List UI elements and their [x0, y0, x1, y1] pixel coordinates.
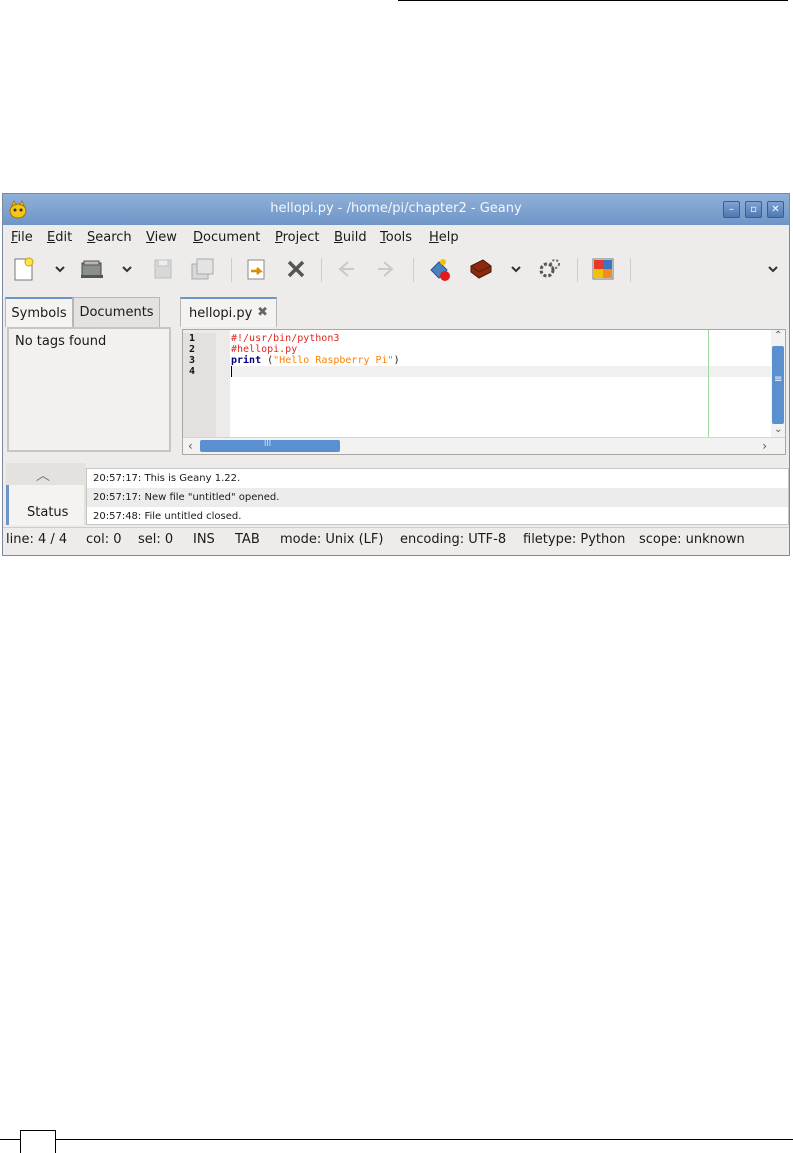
code-line-1: #!/usr/bin/python3: [231, 333, 340, 344]
long-line-marker: [708, 330, 709, 439]
line-number: 3: [189, 355, 196, 366]
toolbar-overflow-chevron-icon[interactable]: [767, 263, 779, 275]
no-tags-label: No tags found: [15, 334, 107, 349]
vertical-scroll-thumb[interactable]: [772, 346, 784, 424]
tab-symbols[interactable]: Symbols: [5, 297, 73, 327]
status-message-list: 20:57:17: This is Geany 1.22. 20:57:17: …: [86, 468, 789, 525]
toolbar-separator: [577, 258, 578, 282]
status-sel: sel: 0: [138, 532, 174, 547]
title-bar[interactable]: hellopi.py - /home/pi/chapter2 - Geany –…: [3, 194, 789, 225]
status-tab-label: Status: [27, 505, 69, 520]
color-chooser-icon[interactable]: [589, 256, 617, 282]
menu-bar: File Edit Search View Document Project B…: [3, 225, 789, 249]
list-item: 20:57:17: This is Geany 1.22.: [93, 473, 241, 484]
menu-file[interactable]: File: [11, 230, 33, 245]
toolbar-separator: [231, 258, 232, 282]
scroll-grip-icon: ≡: [774, 374, 783, 385]
message-tabs: ︿ Status: [6, 463, 86, 525]
close-icon[interactable]: [282, 256, 310, 282]
code-paren-close: ): [393, 355, 400, 366]
collapse-up-icon[interactable]: ︿: [36, 465, 50, 485]
chevron-down-icon[interactable]: [121, 263, 133, 275]
chevron-down-icon[interactable]: [510, 263, 522, 275]
line-number: 4: [189, 366, 196, 377]
top-rule: [398, 0, 788, 1]
status-ins: INS: [193, 532, 215, 547]
tab-status[interactable]: Status: [6, 485, 84, 525]
vertical-scrollbar[interactable]: ⌃ ≡ ⌄: [771, 330, 785, 439]
keyword-print: print: [231, 355, 262, 366]
compile-icon[interactable]: [425, 256, 453, 282]
list-item: 20:57:17: New file "untitled" opened.: [87, 488, 788, 507]
geany-window: hellopi.py - /home/pi/chapter2 - Geany –…: [2, 193, 790, 556]
menu-search[interactable]: Search: [87, 230, 132, 245]
tab-close-icon[interactable]: ✖: [257, 305, 268, 320]
revert-icon[interactable]: [242, 256, 270, 282]
menu-tools[interactable]: Tools: [380, 230, 412, 245]
minimize-button[interactable]: –: [723, 201, 740, 218]
menu-document[interactable]: Document: [193, 230, 260, 245]
string-literal: "Hello Raspberry Pi": [273, 355, 394, 366]
save-all-icon[interactable]: [188, 256, 216, 282]
toolbar: [3, 250, 789, 288]
menu-build[interactable]: Build: [334, 230, 367, 245]
back-icon[interactable]: [332, 256, 360, 282]
new-file-icon[interactable]: [10, 256, 38, 282]
scroll-left-arrow-icon[interactable]: ‹: [188, 439, 193, 453]
execute-icon[interactable]: [536, 256, 564, 282]
code-text: #!/usr/bin/python3 #hellopi.py print ("H…: [231, 333, 400, 377]
scroll-grip-icon: III: [264, 439, 272, 448]
toolbar-separator: [630, 258, 631, 282]
status-line: line: 4 / 4: [6, 532, 68, 547]
editor-tab-label: hellopi.py: [189, 306, 253, 321]
menu-project[interactable]: Project: [275, 230, 320, 245]
build-icon[interactable]: [467, 256, 495, 282]
toolbar-separator: [321, 258, 322, 282]
chevron-down-icon[interactable]: [54, 263, 66, 275]
bottom-rule: [0, 1139, 793, 1140]
menu-view[interactable]: View: [146, 230, 177, 245]
code-line-3: print ("Hello Raspberry Pi"): [231, 355, 400, 366]
status-mode: mode: Unix (LF): [280, 532, 384, 547]
window-title: hellopi.py - /home/pi/chapter2 - Geany: [270, 201, 522, 216]
line-number: 1: [189, 333, 196, 344]
code-line-2: #hellopi.py: [231, 344, 298, 355]
toolbar-separator: [413, 258, 414, 282]
status-scope: scope: unknown: [639, 532, 745, 547]
scroll-right-arrow-icon[interactable]: ›: [762, 439, 767, 453]
scroll-down-arrow-icon[interactable]: ⌄: [774, 424, 782, 435]
status-tab: TAB: [235, 532, 260, 547]
line-numbers: 1 2 3 4: [183, 333, 216, 439]
status-bar: line: 4 / 4 col: 0 sel: 0 INS TAB mode: …: [3, 527, 789, 555]
status-col: col: 0: [86, 532, 122, 547]
editor-tab-hellopi[interactable]: hellopi.py ✖: [180, 297, 277, 327]
code-paren: (: [261, 355, 274, 366]
close-window-button[interactable]: ✕: [767, 201, 784, 218]
status-filetype: filetype: Python: [523, 532, 626, 547]
tab-documents[interactable]: Documents: [73, 297, 160, 327]
horizontal-scroll-thumb[interactable]: III: [200, 439, 340, 452]
status-encoding: encoding: UTF-8: [400, 532, 507, 547]
scroll-up-arrow-icon[interactable]: ⌃: [774, 330, 782, 341]
symbols-panel: No tags found: [7, 327, 171, 452]
list-item: 20:57:48: File untitled closed.: [93, 511, 242, 522]
open-file-icon[interactable]: [78, 256, 106, 282]
page-number-box: [20, 1130, 56, 1153]
text-caret: [231, 366, 232, 377]
horizontal-scrollbar[interactable]: ‹ III ›: [183, 437, 785, 454]
save-icon[interactable]: [149, 256, 177, 282]
menu-help[interactable]: Help: [429, 230, 459, 245]
menu-edit[interactable]: Edit: [47, 230, 72, 245]
code-editor[interactable]: 1 2 3 4 #!/usr/bin/python3 #hellopi.py p…: [182, 329, 786, 455]
maximize-button[interactable]: ▫: [745, 201, 762, 218]
forward-icon[interactable]: [372, 256, 400, 282]
message-window: ︿ Status 20:57:17: This is Geany 1.22. 2…: [6, 463, 789, 525]
line-number: 2: [189, 344, 196, 355]
